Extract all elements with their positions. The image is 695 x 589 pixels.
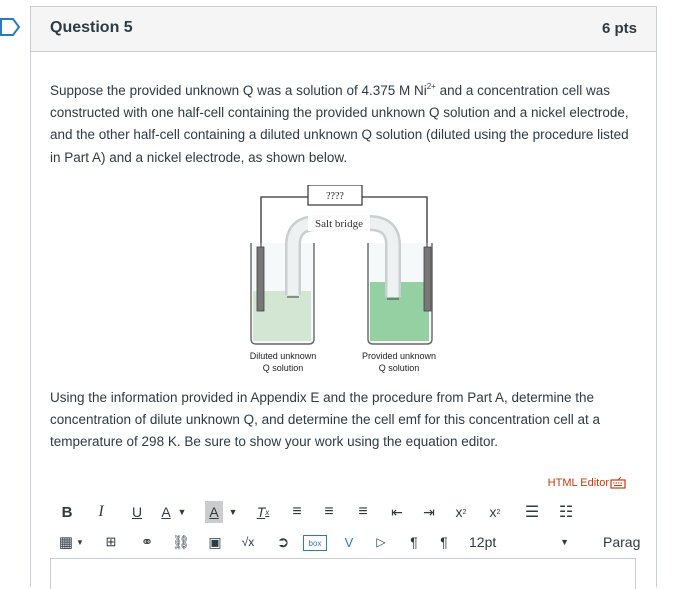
question-card: Question 5 6 pts Suppose the provided un…	[30, 6, 657, 587]
salt-bridge-label: Salt bridge	[315, 218, 363, 230]
right-electrode	[423, 246, 432, 312]
question-paragraph-2: Using the information provided in Append…	[50, 390, 601, 450]
underline-icon[interactable]: U	[127, 501, 147, 523]
concentration-cell-figure: ???? Salt bridge Diluted unknown Q solut…	[250, 185, 436, 373]
question-points: 6 pts	[601, 20, 637, 37]
text-color-icon[interactable]: A	[157, 501, 175, 523]
left-label-line1: Diluted unknown	[250, 351, 317, 361]
bold-icon[interactable]: B	[57, 501, 77, 523]
right-label-line2: Q solution	[379, 363, 420, 373]
unlink-icon[interactable]: ⛓	[171, 531, 191, 553]
rtl-icon[interactable]: ¶	[433, 531, 455, 553]
italic-icon[interactable]: I	[91, 501, 111, 523]
font-size-select[interactable]: 12pt ▼	[469, 531, 599, 553]
background-color-dropdown-icon[interactable]: ▼	[227, 501, 239, 523]
question-header: Question 5 6 pts	[31, 7, 656, 52]
image-icon[interactable]: ▣	[205, 531, 225, 553]
media-icon[interactable]: ⊞	[101, 531, 121, 553]
question-title: Question 5	[50, 19, 133, 36]
box-icon[interactable]: box	[303, 535, 327, 551]
editor-toolbar-row-2: ▦ ▼ ⊞ ⚭ ⛓ ▣ √x ➲ box V ▷ ¶ ¶ 12pt ▼ Para…	[57, 531, 647, 553]
numbered-list-icon[interactable]: ☷	[555, 501, 577, 523]
align-left-icon[interactable]: ≡	[287, 501, 307, 523]
align-right-icon[interactable]: ≡	[353, 501, 373, 523]
right-label-line1: Provided unknown	[362, 351, 436, 361]
paragraph-select[interactable]: Parag	[603, 531, 647, 553]
keyboard-icon	[610, 477, 626, 489]
subscript-icon[interactable]: x2	[485, 501, 505, 523]
clear-formatting-icon[interactable]: Tx	[253, 501, 273, 523]
left-electrode	[256, 246, 265, 312]
outdent-icon[interactable]: ⇤	[387, 501, 407, 523]
table-icon[interactable]: ▦	[57, 531, 75, 553]
font-size-dropdown-icon: ▼	[560, 537, 569, 547]
link-icon[interactable]: ⚭	[137, 531, 157, 553]
charge-superscript: 2+	[426, 82, 436, 91]
html-editor-link[interactable]: HTML Editor	[548, 477, 626, 489]
bullet-list-icon[interactable]: ☰	[521, 501, 543, 523]
video-icon[interactable]: ▷	[371, 531, 391, 553]
equation-icon[interactable]: √x	[237, 531, 259, 553]
vimeo-icon[interactable]: V	[339, 531, 359, 553]
indent-icon[interactable]: ⇥	[419, 501, 439, 523]
ltr-icon[interactable]: ¶	[403, 531, 425, 553]
table-dropdown-icon[interactable]: ▼	[75, 531, 85, 553]
meter-label: ????	[326, 191, 344, 202]
editor-toolbar-row-1: B I U A ▼ A ▼ Tx ≡ ≡ ≡ ⇤ ⇥ x2 x2 ☰ ☷	[57, 501, 627, 523]
text-color-dropdown-icon[interactable]: ▼	[176, 501, 188, 523]
left-label-line2: Q solution	[263, 363, 304, 373]
external-tool-icon[interactable]: ➲	[273, 531, 293, 553]
question-paragraph-1: Suppose the provided unknown Q was a sol…	[50, 82, 629, 165]
flag-icon[interactable]	[0, 18, 20, 36]
align-center-icon[interactable]: ≡	[319, 501, 339, 523]
superscript-icon[interactable]: x2	[451, 501, 471, 523]
background-color-icon[interactable]: A	[205, 501, 223, 523]
